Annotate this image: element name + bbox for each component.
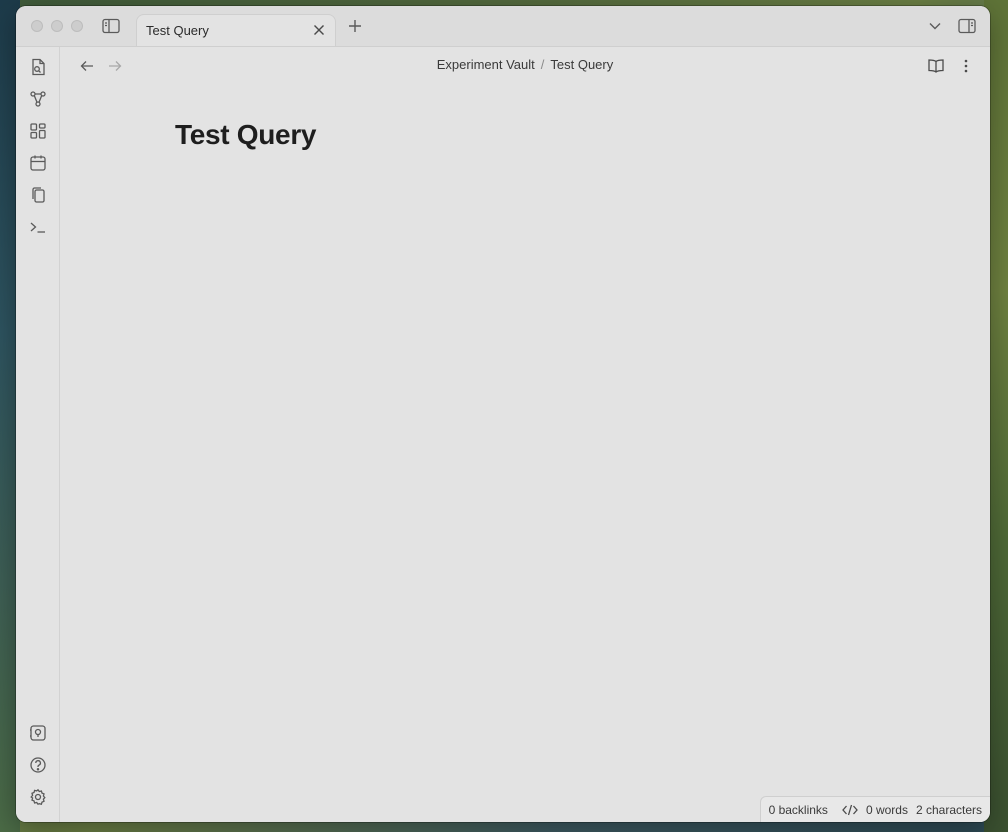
breadcrumb-note[interactable]: Test Query <box>550 57 613 72</box>
left-ribbon <box>16 47 60 822</box>
code-icon[interactable] <box>842 802 858 818</box>
templates-icon[interactable] <box>28 185 48 205</box>
canvas-icon[interactable] <box>28 121 48 141</box>
reading-view-book-icon[interactable] <box>926 56 946 76</box>
breadcrumb: Experiment Vault / Test Query <box>60 57 990 72</box>
more-options-icon[interactable] <box>956 56 976 76</box>
vault-switcher-icon[interactable] <box>28 723 48 743</box>
help-icon[interactable] <box>28 755 48 775</box>
quick-switcher-icon[interactable] <box>28 57 48 77</box>
tab-test-query[interactable]: Test Query <box>136 14 336 46</box>
tab-list-chevron-down-icon[interactable] <box>926 17 944 35</box>
calendar-icon[interactable] <box>28 153 48 173</box>
window-minimize-button[interactable] <box>51 20 63 32</box>
backlinks-count[interactable]: 0 backlinks <box>769 803 828 817</box>
right-sidebar-toggle-icon[interactable] <box>957 16 977 36</box>
status-bar: 0 backlinks 0 words 2 characters <box>759 796 990 822</box>
window-maximize-button[interactable] <box>71 20 83 32</box>
document-title[interactable]: Test Query <box>175 119 317 151</box>
word-count: 0 words <box>865 802 908 817</box>
breadcrumb-separator: / <box>540 57 545 72</box>
close-icon[interactable] <box>311 22 327 38</box>
character-count: 2 characters <box>915 802 982 817</box>
new-tab-icon[interactable] <box>346 17 364 35</box>
editor-pane: Experiment Vault / Test Query Test Query 0… <box>60 47 990 822</box>
graph-view-icon[interactable] <box>28 89 48 109</box>
title-bar: Test Query <box>16 6 990 47</box>
window-close-button[interactable] <box>31 20 43 32</box>
sidebar-toggle-icon[interactable] <box>101 16 121 36</box>
settings-icon[interactable] <box>28 787 48 807</box>
tab-title: Test Query <box>146 23 209 38</box>
app-window: Test Query Experiment Vault / Test Query… <box>16 6 990 822</box>
command-palette-icon[interactable] <box>28 217 48 237</box>
breadcrumb-vault[interactable]: Experiment Vault <box>437 57 535 72</box>
